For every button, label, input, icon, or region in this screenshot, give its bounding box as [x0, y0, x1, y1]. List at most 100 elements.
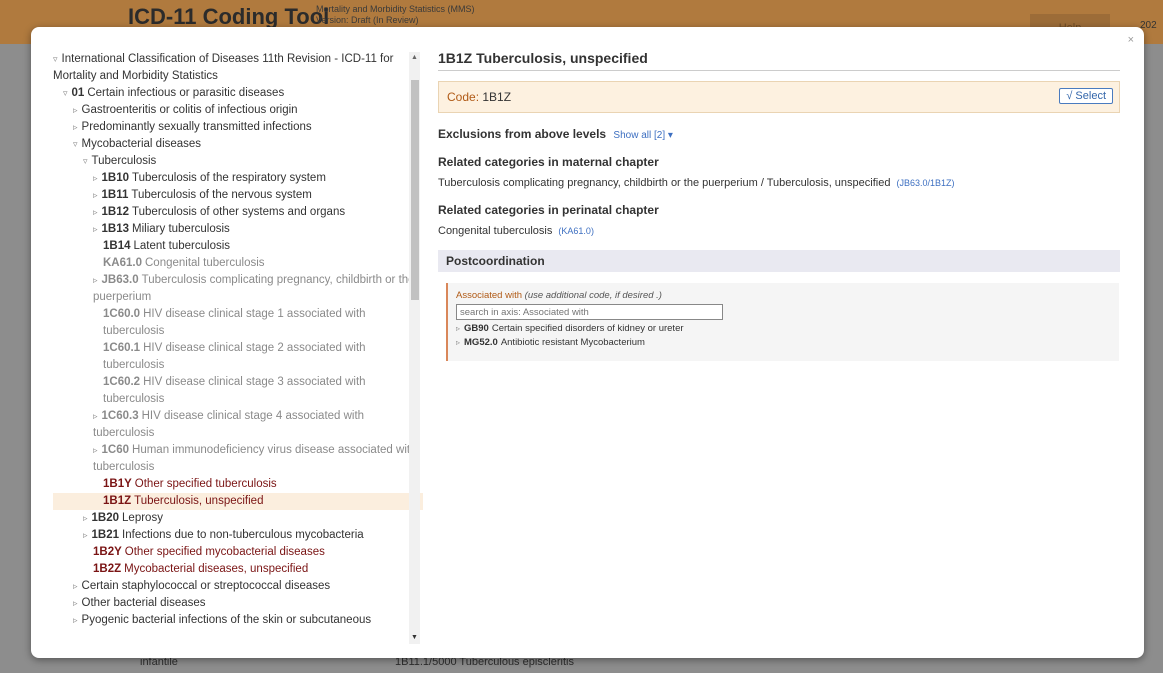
tree-item-label: Predominantly sexually transmitted infec…	[81, 121, 312, 133]
postcoordination-panel: Associated with (use additional code, if…	[446, 283, 1119, 361]
tree-item[interactable]: ▹ Gastroenteritis or colitis of infectiou…	[53, 102, 423, 119]
axis-item-code: MG52.0	[464, 337, 498, 348]
tree-item[interactable]: 1B1Y Other specified tuberculosis	[53, 476, 423, 493]
tree-item[interactable]: ▹ 1B21 Infections due to non-tuberculous m…	[53, 527, 423, 544]
tree-item-label: Mycobacterial diseases, unspecified	[124, 563, 309, 575]
associated-with-label: Associated with	[456, 290, 523, 301]
collapsed-triangle-icon[interactable]: ▹	[73, 105, 78, 115]
collapsed-triangle-icon[interactable]: ▹	[73, 615, 78, 625]
tree-item[interactable]: ▿ International Classification of Disease…	[53, 51, 423, 85]
tree-item-code: KA61.0	[103, 257, 142, 269]
select-button[interactable]: √ Select	[1059, 88, 1113, 104]
axis-item-label: Antibiotic resistant Mycobacterium	[500, 337, 645, 348]
axis-item[interactable]: ▹ MG52.0 Antibiotic resistant Mycobacteriu…	[456, 337, 1111, 348]
tree-item[interactable]: ▹ 1C60 Human immunodeficiency virus diseas…	[53, 442, 423, 476]
expanded-triangle-icon[interactable]: ▿	[83, 156, 88, 166]
collapsed-triangle-icon[interactable]: ▹	[83, 513, 88, 523]
tree-item-code: 1B1Z	[103, 495, 132, 507]
collapsed-triangle-icon[interactable]: ▹	[93, 190, 98, 200]
tree-item-code: 1C60	[101, 444, 130, 456]
tree-item-code: 1C60.0	[103, 308, 141, 320]
tree-item[interactable]: ▹ 1B13 Miliary tuberculosis	[53, 221, 423, 238]
tree-item[interactable]: ▿ Tuberculosis	[53, 153, 423, 170]
tree-item[interactable]: ▹ Other bacterial diseases	[53, 595, 423, 612]
tree-item-label: Infections due to non-tuberculous mycoba…	[122, 529, 364, 541]
scroll-up-arrow-icon[interactable]: ▲	[409, 52, 420, 64]
tree-item[interactable]: ▿ 01 Certain infectious or parasitic disea…	[53, 85, 423, 102]
tree-item-code: 1B13	[101, 223, 130, 235]
postcoordination-heading: Postcoordination	[438, 250, 1120, 272]
tree-item[interactable]: ▹ 1B20 Leprosy	[53, 510, 423, 527]
maternal-heading: Related categories in maternal chapter	[438, 155, 659, 169]
code-value: 1B1Z	[482, 90, 512, 104]
detail-panel: 1B1Z Tuberculosis, unspecified Code: 1B1…	[438, 50, 1120, 361]
collapsed-triangle-icon[interactable]: ▹	[93, 224, 98, 234]
tree-item-label: Congenital tuberculosis	[145, 257, 265, 269]
tree-item-label: Human immunodeficiency virus disease ass…	[93, 444, 417, 473]
collapsed-triangle-icon[interactable]: ▹	[93, 411, 98, 421]
show-all-link[interactable]: Show all [2] ▾	[613, 130, 673, 141]
app-subtitle-line2: Version: Draft (In Review)	[316, 15, 419, 25]
tree-item-label: HIV disease clinical stage 3 associated …	[103, 376, 366, 405]
collapsed-triangle-icon[interactable]: ▹	[93, 445, 98, 455]
tree-item[interactable]: ▹ Predominantly sexually transmitted infe…	[53, 119, 423, 136]
collapsed-triangle-icon[interactable]: ▹	[93, 275, 98, 285]
tree-item[interactable]: ▹ JB63.0 Tuberculosis complicating pregnan…	[53, 272, 423, 306]
collapsed-triangle-icon[interactable]: ▹	[456, 324, 460, 333]
tree-item-label: Leprosy	[122, 512, 163, 524]
perinatal-related-link[interactable]: (KA61.0)	[558, 226, 594, 236]
tree-item-code: 1B1Y	[103, 478, 132, 490]
collapsed-triangle-icon[interactable]: ▹	[73, 598, 78, 608]
collapsed-triangle-icon[interactable]: ▹	[93, 207, 98, 217]
associated-with-row: Associated with (use additional code, if…	[456, 290, 1111, 301]
tree-item[interactable]: ▹ 1B12 Tuberculosis of other systems and o…	[53, 204, 423, 221]
tree-item-code: 1C60.1	[103, 342, 141, 354]
tree-item-code: 01	[71, 87, 85, 99]
tree-item[interactable]: ▹ 1B11 Tuberculosis of the nervous system	[53, 187, 423, 204]
tree-item[interactable]: ▹ Certain staphylococcal or streptococcal…	[53, 578, 423, 595]
exclusions-title: Exclusions from above levels	[438, 127, 607, 141]
axis-search-input[interactable]	[456, 304, 723, 320]
code-box: Code: 1B1Z √ Select	[438, 81, 1120, 113]
associated-with-hint: (use additional code, if desired .)	[524, 290, 662, 301]
tree-item-code: 1C60.3	[101, 410, 139, 422]
tree-item-label: Certain staphylococcal or streptococcal …	[81, 580, 331, 592]
perinatal-heading: Related categories in perinatal chapter	[438, 203, 659, 217]
entity-title: 1B1Z Tuberculosis, unspecified	[438, 50, 1120, 71]
collapsed-triangle-icon[interactable]: ▹	[456, 338, 460, 347]
tree-item[interactable]: KA61.0 Congenital tuberculosis	[53, 255, 423, 272]
maternal-related-link[interactable]: (JB63.0/1B1Z)	[897, 178, 955, 188]
tree-item-label: Tuberculosis, unspecified	[134, 495, 264, 507]
tree-item[interactable]: 1B1Z Tuberculosis, unspecified	[53, 493, 423, 510]
tree-item[interactable]: 1B2Y Other specified mycobacterial diseas…	[53, 544, 423, 561]
expanded-triangle-icon[interactable]: ▿	[73, 139, 78, 149]
tree-scrollbar[interactable]: ▲ ▼	[409, 52, 420, 644]
expanded-triangle-icon[interactable]: ▿	[53, 54, 58, 64]
collapsed-triangle-icon[interactable]: ▹	[93, 173, 98, 183]
expanded-triangle-icon[interactable]: ▿	[63, 88, 68, 98]
tree-item-code: 1B20	[91, 512, 120, 524]
tree-item-label: HIV disease clinical stage 1 associated …	[103, 308, 366, 337]
collapsed-triangle-icon[interactable]: ▹	[73, 122, 78, 132]
tree-item-label: Gastroenteritis or colitis of infectious…	[81, 104, 298, 116]
close-icon[interactable]: ×	[1128, 34, 1134, 46]
tree-item[interactable]: ▹ 1B10 Tuberculosis of the respiratory sys…	[53, 170, 423, 187]
tree-item-label: Tuberculosis of the respiratory system	[132, 172, 326, 184]
tree-item[interactable]: ▹ Pyogenic bacterial infections of the sk…	[53, 612, 423, 629]
tree-item[interactable]: 1B14 Latent tuberculosis	[53, 238, 423, 255]
tree-item[interactable]: 1C60.1 HIV disease clinical stage 2 assoc…	[53, 340, 423, 374]
tree-item-label: International Classification of Diseases…	[53, 53, 394, 82]
scroll-thumb[interactable]	[411, 80, 419, 300]
tree-item[interactable]: 1C60.2 HIV disease clinical stage 3 assoc…	[53, 374, 423, 408]
collapsed-triangle-icon[interactable]: ▹	[83, 530, 88, 540]
tree-item[interactable]: ▹ 1C60.3 HIV disease clinical stage 4 asso…	[53, 408, 423, 442]
collapsed-triangle-icon[interactable]: ▹	[73, 581, 78, 591]
tree-item[interactable]: 1B2Z Mycobacterial diseases, unspecified	[53, 561, 423, 578]
scroll-down-arrow-icon[interactable]: ▼	[409, 632, 420, 644]
app-subtitle-line1: Mortality and Morbidity Statistics (MMS)	[316, 4, 475, 14]
axis-item[interactable]: ▹ GB90 Certain specified disorders of kidn…	[456, 323, 1111, 334]
tree-item[interactable]: 1C60.0 HIV disease clinical stage 1 assoc…	[53, 306, 423, 340]
browser-modal: × ▿ International Classification of Disea…	[31, 27, 1144, 658]
tree-item-code: 1C60.2	[103, 376, 141, 388]
tree-item[interactable]: ▿ Mycobacterial diseases	[53, 136, 423, 153]
